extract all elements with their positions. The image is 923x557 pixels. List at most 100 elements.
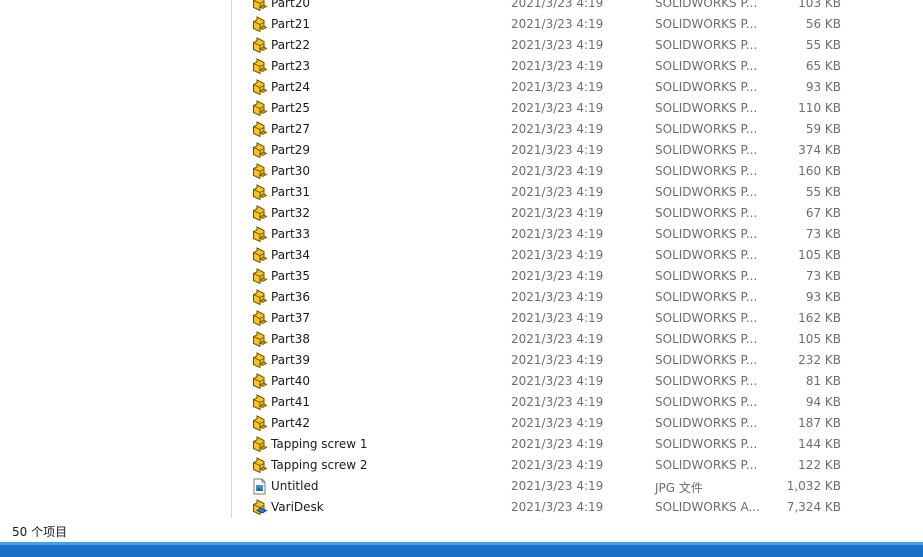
- file-date-modified: 2021/3/23 4:19: [511, 416, 604, 430]
- file-row[interactable]: Part35 2021/3/23 4:19 SOLIDWORKS P... 73 KB: [232, 266, 923, 287]
- solidworks-part-icon: [251, 247, 268, 264]
- solidworks-part-icon: [251, 163, 268, 180]
- file-name: Part25: [271, 101, 310, 115]
- solidworks-part-icon: [251, 436, 268, 453]
- file-size: 160 KB: [798, 164, 841, 178]
- file-list[interactable]: Part20 2021/3/23 4:19 SOLIDWORKS P... 103 K…: [232, 0, 923, 518]
- file-name: Part39: [271, 353, 310, 367]
- file-date-modified: 2021/3/23 4:19: [511, 59, 604, 73]
- file-row[interactable]: Part36 2021/3/23 4:19 SOLIDWORKS P... 93 KB: [232, 287, 923, 308]
- file-row[interactable]: Part40 2021/3/23 4:19 SOLIDWORKS P... 81 KB: [232, 371, 923, 392]
- file-size: 110 KB: [798, 101, 841, 115]
- file-type: SOLIDWORKS P...: [655, 143, 758, 157]
- file-size: 73 KB: [805, 269, 841, 283]
- file-date-modified: 2021/3/23 4:19: [511, 0, 604, 10]
- solidworks-part-icon: [251, 58, 268, 75]
- file-date-modified: 2021/3/23 4:19: [511, 500, 604, 514]
- file-name: Untitled: [271, 479, 319, 493]
- file-size: 162 KB: [798, 311, 841, 325]
- file-size: 7,324 KB: [786, 500, 841, 514]
- file-name: Part24: [271, 80, 310, 94]
- file-row[interactable]: Part22 2021/3/23 4:19 SOLIDWORKS P... 55 KB: [232, 35, 923, 56]
- file-date-modified: 2021/3/23 4:19: [511, 248, 604, 262]
- file-name: Part35: [271, 269, 310, 283]
- file-size: 187 KB: [798, 416, 841, 430]
- file-row[interactable]: Part24 2021/3/23 4:19 SOLIDWORKS P... 93 KB: [232, 77, 923, 98]
- file-size: 374 KB: [798, 143, 841, 157]
- file-row[interactable]: Part41 2021/3/23 4:19 SOLIDWORKS P... 94 KB: [232, 392, 923, 413]
- solidworks-part-icon: [251, 16, 268, 33]
- solidworks-part-icon: [251, 37, 268, 54]
- file-size: 73 KB: [805, 227, 841, 241]
- file-row[interactable]: Part20 2021/3/23 4:19 SOLIDWORKS P... 103 K…: [232, 0, 923, 14]
- file-size: 103 KB: [798, 0, 841, 10]
- file-name: Tapping screw 2: [271, 458, 368, 472]
- file-size: 94 KB: [805, 395, 841, 409]
- file-row[interactable]: Untitled 2021/3/23 4:19 JPG 文件 1,032 KB: [232, 476, 923, 497]
- file-date-modified: 2021/3/23 4:19: [511, 17, 604, 31]
- file-row[interactable]: Part23 2021/3/23 4:19 SOLIDWORKS P... 65 KB: [232, 56, 923, 77]
- file-date-modified: 2021/3/23 4:19: [511, 353, 604, 367]
- solidworks-assembly-icon: [251, 499, 268, 516]
- solidworks-part-icon: [251, 331, 268, 348]
- file-row[interactable]: Tapping screw 1 2021/3/23 4:19 SOLIDWORKS …: [232, 434, 923, 455]
- file-name: Part29: [271, 143, 310, 157]
- solidworks-part-icon: [251, 352, 268, 369]
- status-bar: 50 个项目: [0, 518, 923, 542]
- file-name: Part38: [271, 332, 310, 346]
- file-row[interactable]: Part38 2021/3/23 4:19 SOLIDWORKS P... 105 K…: [232, 329, 923, 350]
- file-date-modified: 2021/3/23 4:19: [511, 101, 604, 115]
- file-type: SOLIDWORKS P...: [655, 122, 758, 136]
- file-row[interactable]: Part27 2021/3/23 4:19 SOLIDWORKS P... 59 KB: [232, 119, 923, 140]
- file-date-modified: 2021/3/23 4:19: [511, 458, 604, 472]
- file-name: Part34: [271, 248, 310, 262]
- file-type: SOLIDWORKS P...: [655, 206, 758, 220]
- file-row[interactable]: Part25 2021/3/23 4:19 SOLIDWORKS P... 110 K…: [232, 98, 923, 119]
- file-size: 93 KB: [805, 290, 841, 304]
- file-type: SOLIDWORKS P...: [655, 395, 758, 409]
- file-type: SOLIDWORKS P...: [655, 311, 758, 325]
- file-row[interactable]: Part30 2021/3/23 4:19 SOLIDWORKS P... 160 K…: [232, 161, 923, 182]
- file-row[interactable]: Part37 2021/3/23 4:19 SOLIDWORKS P... 162 K…: [232, 308, 923, 329]
- navigation-pane[interactable]: [0, 0, 232, 518]
- file-row[interactable]: Part21 2021/3/23 4:19 SOLIDWORKS P... 56 KB: [232, 14, 923, 35]
- file-name: Part27: [271, 122, 310, 136]
- file-date-modified: 2021/3/23 4:19: [511, 395, 604, 409]
- file-type: SOLIDWORKS P...: [655, 185, 758, 199]
- solidworks-part-icon: [251, 457, 268, 474]
- file-size: 144 KB: [798, 437, 841, 451]
- file-size: 59 KB: [805, 122, 841, 136]
- file-size: 65 KB: [805, 59, 841, 73]
- file-row[interactable]: Part39 2021/3/23 4:19 SOLIDWORKS P... 232 K…: [232, 350, 923, 371]
- file-name: Part40: [271, 374, 310, 388]
- taskbar[interactable]: [0, 542, 923, 557]
- file-row[interactable]: Part32 2021/3/23 4:19 SOLIDWORKS P... 67 KB: [232, 203, 923, 224]
- file-row[interactable]: Part33 2021/3/23 4:19 SOLIDWORKS P... 73 KB: [232, 224, 923, 245]
- file-type: SOLIDWORKS P...: [655, 332, 758, 346]
- file-size: 122 KB: [798, 458, 841, 472]
- file-date-modified: 2021/3/23 4:19: [511, 143, 604, 157]
- file-row[interactable]: Part29 2021/3/23 4:19 SOLIDWORKS P... 374 K…: [232, 140, 923, 161]
- file-date-modified: 2021/3/23 4:19: [511, 311, 604, 325]
- file-row[interactable]: Part34 2021/3/23 4:19 SOLIDWORKS P... 105 K…: [232, 245, 923, 266]
- file-row[interactable]: Part42 2021/3/23 4:19 SOLIDWORKS P... 187 K…: [232, 413, 923, 434]
- file-row[interactable]: VariDesk 2021/3/23 4:19 SOLIDWORKS A... 7,3…: [232, 497, 923, 518]
- solidworks-part-icon: [251, 79, 268, 96]
- file-name: Part42: [271, 416, 310, 430]
- solidworks-part-icon: [251, 226, 268, 243]
- solidworks-part-icon: [251, 289, 268, 306]
- file-row[interactable]: Part31 2021/3/23 4:19 SOLIDWORKS P... 55 KB: [232, 182, 923, 203]
- file-size: 56 KB: [805, 17, 841, 31]
- solidworks-part-icon: [251, 142, 268, 159]
- solidworks-part-icon: [251, 205, 268, 222]
- file-name: Part22: [271, 38, 310, 52]
- jpg-file-icon: [251, 478, 268, 495]
- file-size: 93 KB: [805, 80, 841, 94]
- file-row[interactable]: Tapping screw 2 2021/3/23 4:19 SOLIDWORKS …: [232, 455, 923, 476]
- file-date-modified: 2021/3/23 4:19: [511, 38, 604, 52]
- file-name: Part33: [271, 227, 310, 241]
- file-type: SOLIDWORKS P...: [655, 416, 758, 430]
- file-type: SOLIDWORKS P...: [655, 290, 758, 304]
- file-name: Part20: [271, 0, 310, 10]
- file-date-modified: 2021/3/23 4:19: [511, 269, 604, 283]
